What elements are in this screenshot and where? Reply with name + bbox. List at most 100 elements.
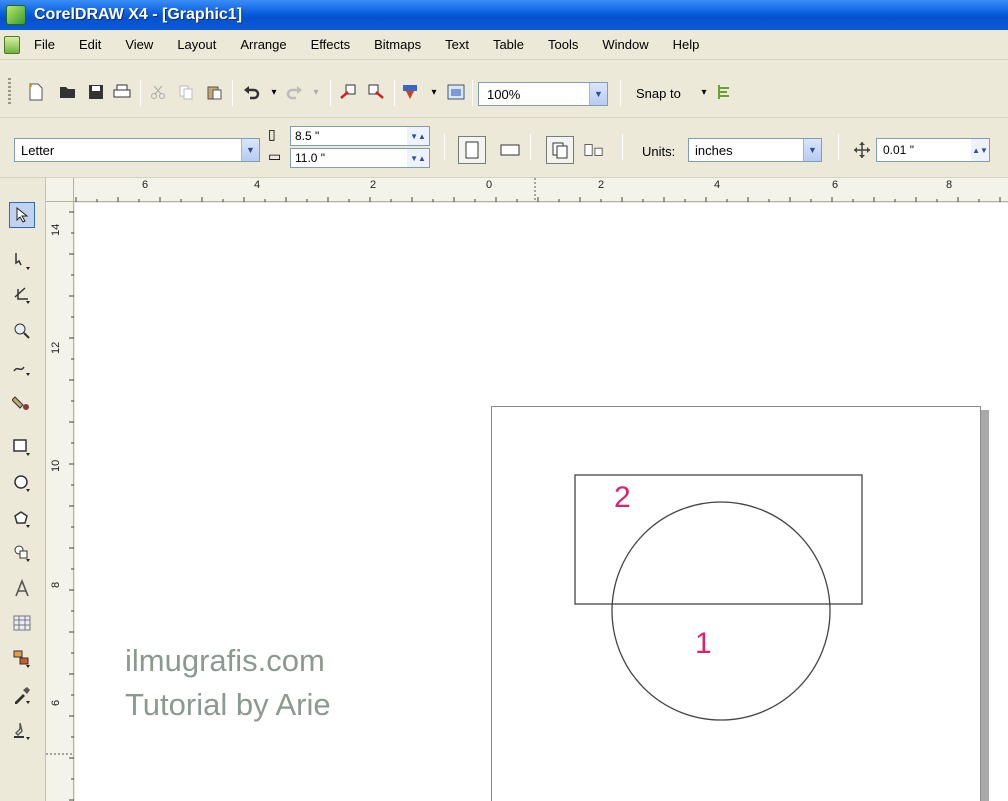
open-folder-icon[interactable] (58, 82, 78, 102)
watermark-site: ilmugrafis.com (125, 643, 325, 678)
save-icon[interactable] (86, 82, 106, 102)
window-title: CorelDRAW X4 - [Graphic1] (34, 6, 243, 23)
interactive-blend-tool-icon[interactable] (9, 646, 35, 672)
height-spinner-icon[interactable]: ▼▲ (407, 149, 429, 167)
page-width-value: 8.5 " (295, 129, 320, 143)
standard-toolbar: ▾ ▾ ▾ 100% ▼ Snap to ▾ (0, 60, 1008, 118)
ruler-label: 6 (142, 179, 149, 191)
eyedropper-tool-icon[interactable] (9, 682, 35, 708)
freehand-tool-icon[interactable] (9, 354, 35, 380)
menu-layout[interactable]: Layout (177, 37, 216, 52)
table-tool-icon[interactable] (9, 610, 35, 636)
text-tool-icon[interactable] (9, 576, 35, 602)
menu-tools[interactable]: Tools (548, 37, 578, 52)
paste-icon[interactable] (204, 82, 224, 102)
drawing-canvas[interactable]: 2 1 ilmugrafis.com Tutorial by Arie (75, 203, 1008, 801)
menu-file[interactable]: File (34, 37, 55, 52)
outline-tool-icon[interactable] (9, 718, 35, 744)
horizontal-ruler-ticks (75, 178, 1001, 202)
ruler-label: 2 (370, 179, 377, 191)
menu-effects[interactable]: Effects (311, 37, 351, 52)
units-dropdown-icon[interactable]: ▼ (803, 139, 821, 161)
redo-dropdown-icon[interactable]: ▾ (306, 82, 326, 102)
crop-tool-icon[interactable] (9, 282, 35, 308)
basic-shapes-tool-icon[interactable] (9, 540, 35, 566)
coreldraw-app-icon[interactable] (6, 5, 26, 25)
circle-label: 1 (695, 627, 712, 660)
toolbox (0, 178, 46, 801)
undo-icon[interactable] (242, 82, 262, 102)
ruler-label: 6 (50, 699, 62, 706)
zoom-level-value: 100% (487, 86, 521, 102)
menu-arrange[interactable]: Arrange (240, 37, 286, 52)
menu-bar: File Edit View Layout Arrange Effects Bi… (0, 30, 1008, 60)
menu-window[interactable]: Window (602, 37, 648, 52)
snap-to-button[interactable]: Snap to (636, 86, 681, 101)
ruler-label: 10 (50, 459, 62, 472)
page-height-field[interactable]: 11.0 " ▼▲ (290, 148, 430, 168)
ruler-label: 2 (598, 179, 605, 191)
copy-icon[interactable] (176, 82, 196, 102)
zoom-dropdown-icon[interactable]: ▼ (589, 83, 607, 105)
units-select[interactable]: inches ▼ (688, 138, 822, 162)
portrait-orientation-button[interactable] (458, 136, 486, 164)
print-icon[interactable] (112, 82, 132, 102)
nudge-distance-field[interactable]: 0.01 " ▲▼ (876, 138, 990, 162)
page-height-icon: ▭ (268, 148, 282, 164)
landscape-orientation-button[interactable] (500, 140, 520, 160)
welcome-screen-icon[interactable] (446, 82, 466, 102)
menu-view[interactable]: View (125, 37, 153, 52)
document-icon[interactable] (4, 35, 20, 54)
paper-type-dropdown-icon[interactable]: ▼ (241, 139, 259, 161)
ruler-label: 8 (946, 179, 953, 191)
launcher-dropdown-icon[interactable]: ▾ (424, 82, 444, 102)
property-bar: Letter ▼ ▯ 8.5 " ▼▲ ▭ 11.0 " ▼▲ Units: i… (0, 118, 1008, 178)
units-value: inches (695, 142, 733, 158)
vertical-ruler[interactable]: 14 12 10 8 6 (46, 202, 74, 801)
width-spinner-icon[interactable]: ▼▲ (407, 127, 429, 145)
page-width-icon: ▯ (268, 126, 276, 142)
ruler-label: 6 (832, 179, 839, 191)
menu-bitmaps[interactable]: Bitmaps (374, 37, 421, 52)
cut-icon[interactable] (148, 82, 168, 102)
nudge-spinner-icon[interactable]: ▲▼ (971, 139, 989, 161)
nudge-distance-value: 0.01 " (883, 143, 914, 157)
current-page-button[interactable] (584, 140, 604, 160)
paper-type-select[interactable]: Letter ▼ (14, 138, 260, 162)
page-width-field[interactable]: 8.5 " ▼▲ (290, 126, 430, 146)
zoom-level-select[interactable]: 100% ▼ (478, 82, 608, 106)
ruler-label: 14 (50, 223, 62, 236)
ruler-label: 4 (714, 179, 721, 191)
import-icon[interactable] (338, 82, 358, 102)
options-icon[interactable] (714, 82, 734, 102)
all-pages-button[interactable] (546, 136, 574, 164)
horizontal-ruler[interactable]: 6 4 2 0 2 4 6 8 (46, 178, 1008, 202)
rectangle-tool-icon[interactable] (9, 434, 35, 460)
application-launcher-icon[interactable] (400, 82, 420, 102)
ruler-label: 12 (50, 341, 62, 354)
undo-dropdown-icon[interactable]: ▾ (264, 82, 284, 102)
drawing-page[interactable]: 2 1 (491, 406, 981, 801)
ellipse-tool-icon[interactable] (9, 470, 35, 496)
title-bar: CorelDRAW X4 - [Graphic1] (0, 0, 1008, 30)
zoom-tool-icon[interactable] (9, 318, 35, 344)
circle-shape (611, 501, 831, 721)
menu-help[interactable]: Help (673, 37, 700, 52)
menu-text[interactable]: Text (445, 37, 469, 52)
units-label: Units: (642, 144, 676, 159)
redo-icon[interactable] (284, 82, 304, 102)
ruler-origin[interactable] (46, 178, 74, 202)
paper-type-value: Letter (21, 142, 55, 158)
pick-tool-icon[interactable] (9, 202, 35, 228)
export-icon[interactable] (366, 82, 386, 102)
menu-table[interactable]: Table (493, 37, 524, 52)
polygon-tool-icon[interactable] (9, 506, 35, 532)
shape-tool-icon[interactable] (9, 248, 35, 274)
toolbar-grip[interactable] (8, 78, 11, 106)
snap-dropdown-icon[interactable]: ▾ (694, 82, 714, 102)
smart-fill-tool-icon[interactable] (9, 390, 35, 416)
menu-edit[interactable]: Edit (79, 37, 101, 52)
new-document-icon[interactable] (26, 82, 46, 102)
rectangle-label: 2 (614, 481, 631, 514)
vertical-ruler-ticks (46, 211, 74, 801)
